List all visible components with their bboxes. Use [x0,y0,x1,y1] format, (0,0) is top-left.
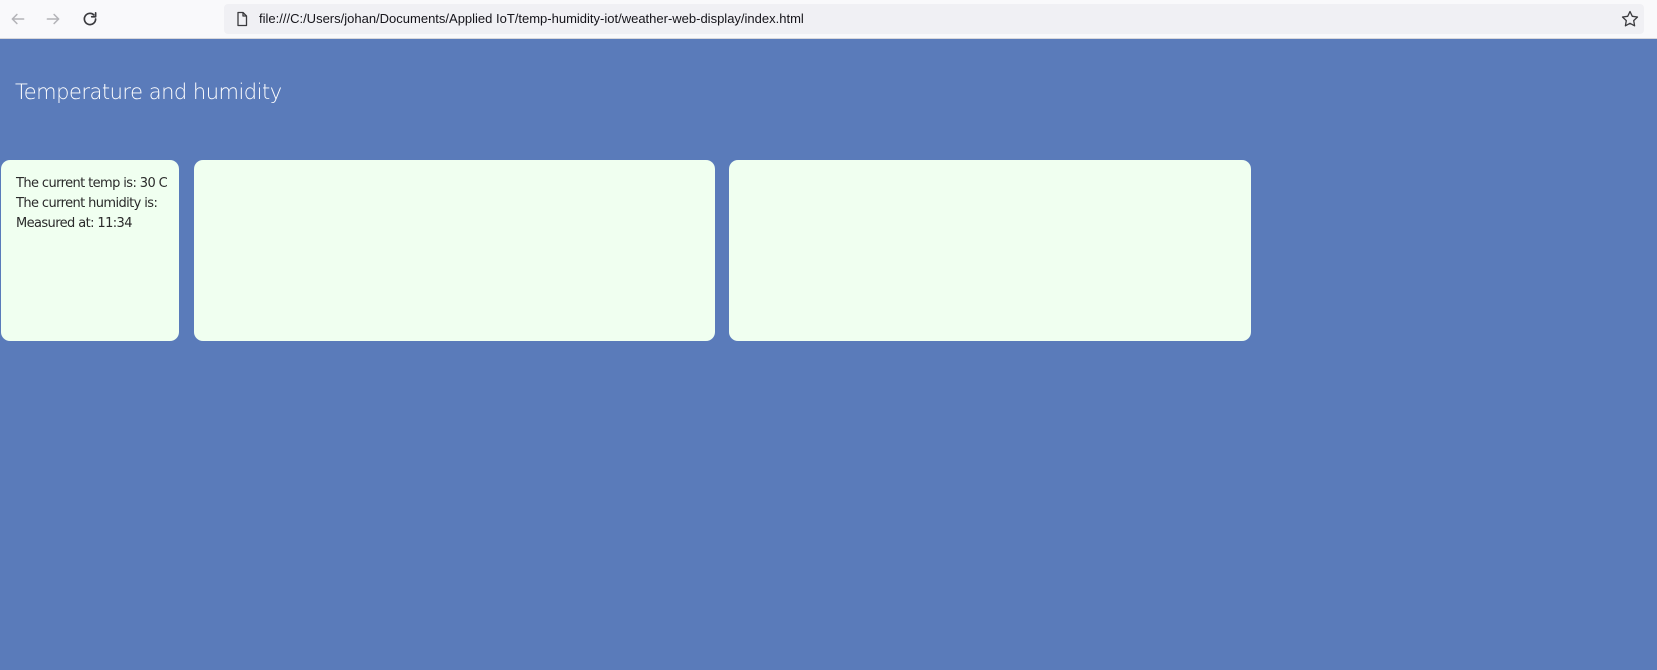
url-text[interactable]: file:///C:/Users/johan/Documents/Applied… [259,11,804,26]
page-icon [237,11,248,27]
bookmark-star-icon[interactable] [1620,9,1640,29]
empty-card [194,160,715,341]
back-button[interactable] [3,4,33,34]
measured-time: Measured at: 11:34 [16,216,132,231]
temp-reading: The current temp is: 30 C [16,176,168,191]
arrow-right-icon [46,13,60,25]
empty-card [729,160,1251,341]
humidity-reading: The current humidity is: [16,196,158,211]
readings-card: The current temp is: 30 C The current hu… [1,160,179,341]
page-content: Temperature and humidity The current tem… [0,39,1657,670]
reload-button[interactable] [75,4,105,34]
arrow-left-icon [11,13,25,25]
browser-toolbar: file:///C:/Users/johan/Documents/Applied… [0,0,1657,39]
address-bar[interactable]: file:///C:/Users/johan/Documents/Applied… [224,4,1644,34]
page-title: Temperature and humidity [15,80,282,104]
reload-icon [83,11,97,26]
forward-button[interactable] [38,4,68,34]
